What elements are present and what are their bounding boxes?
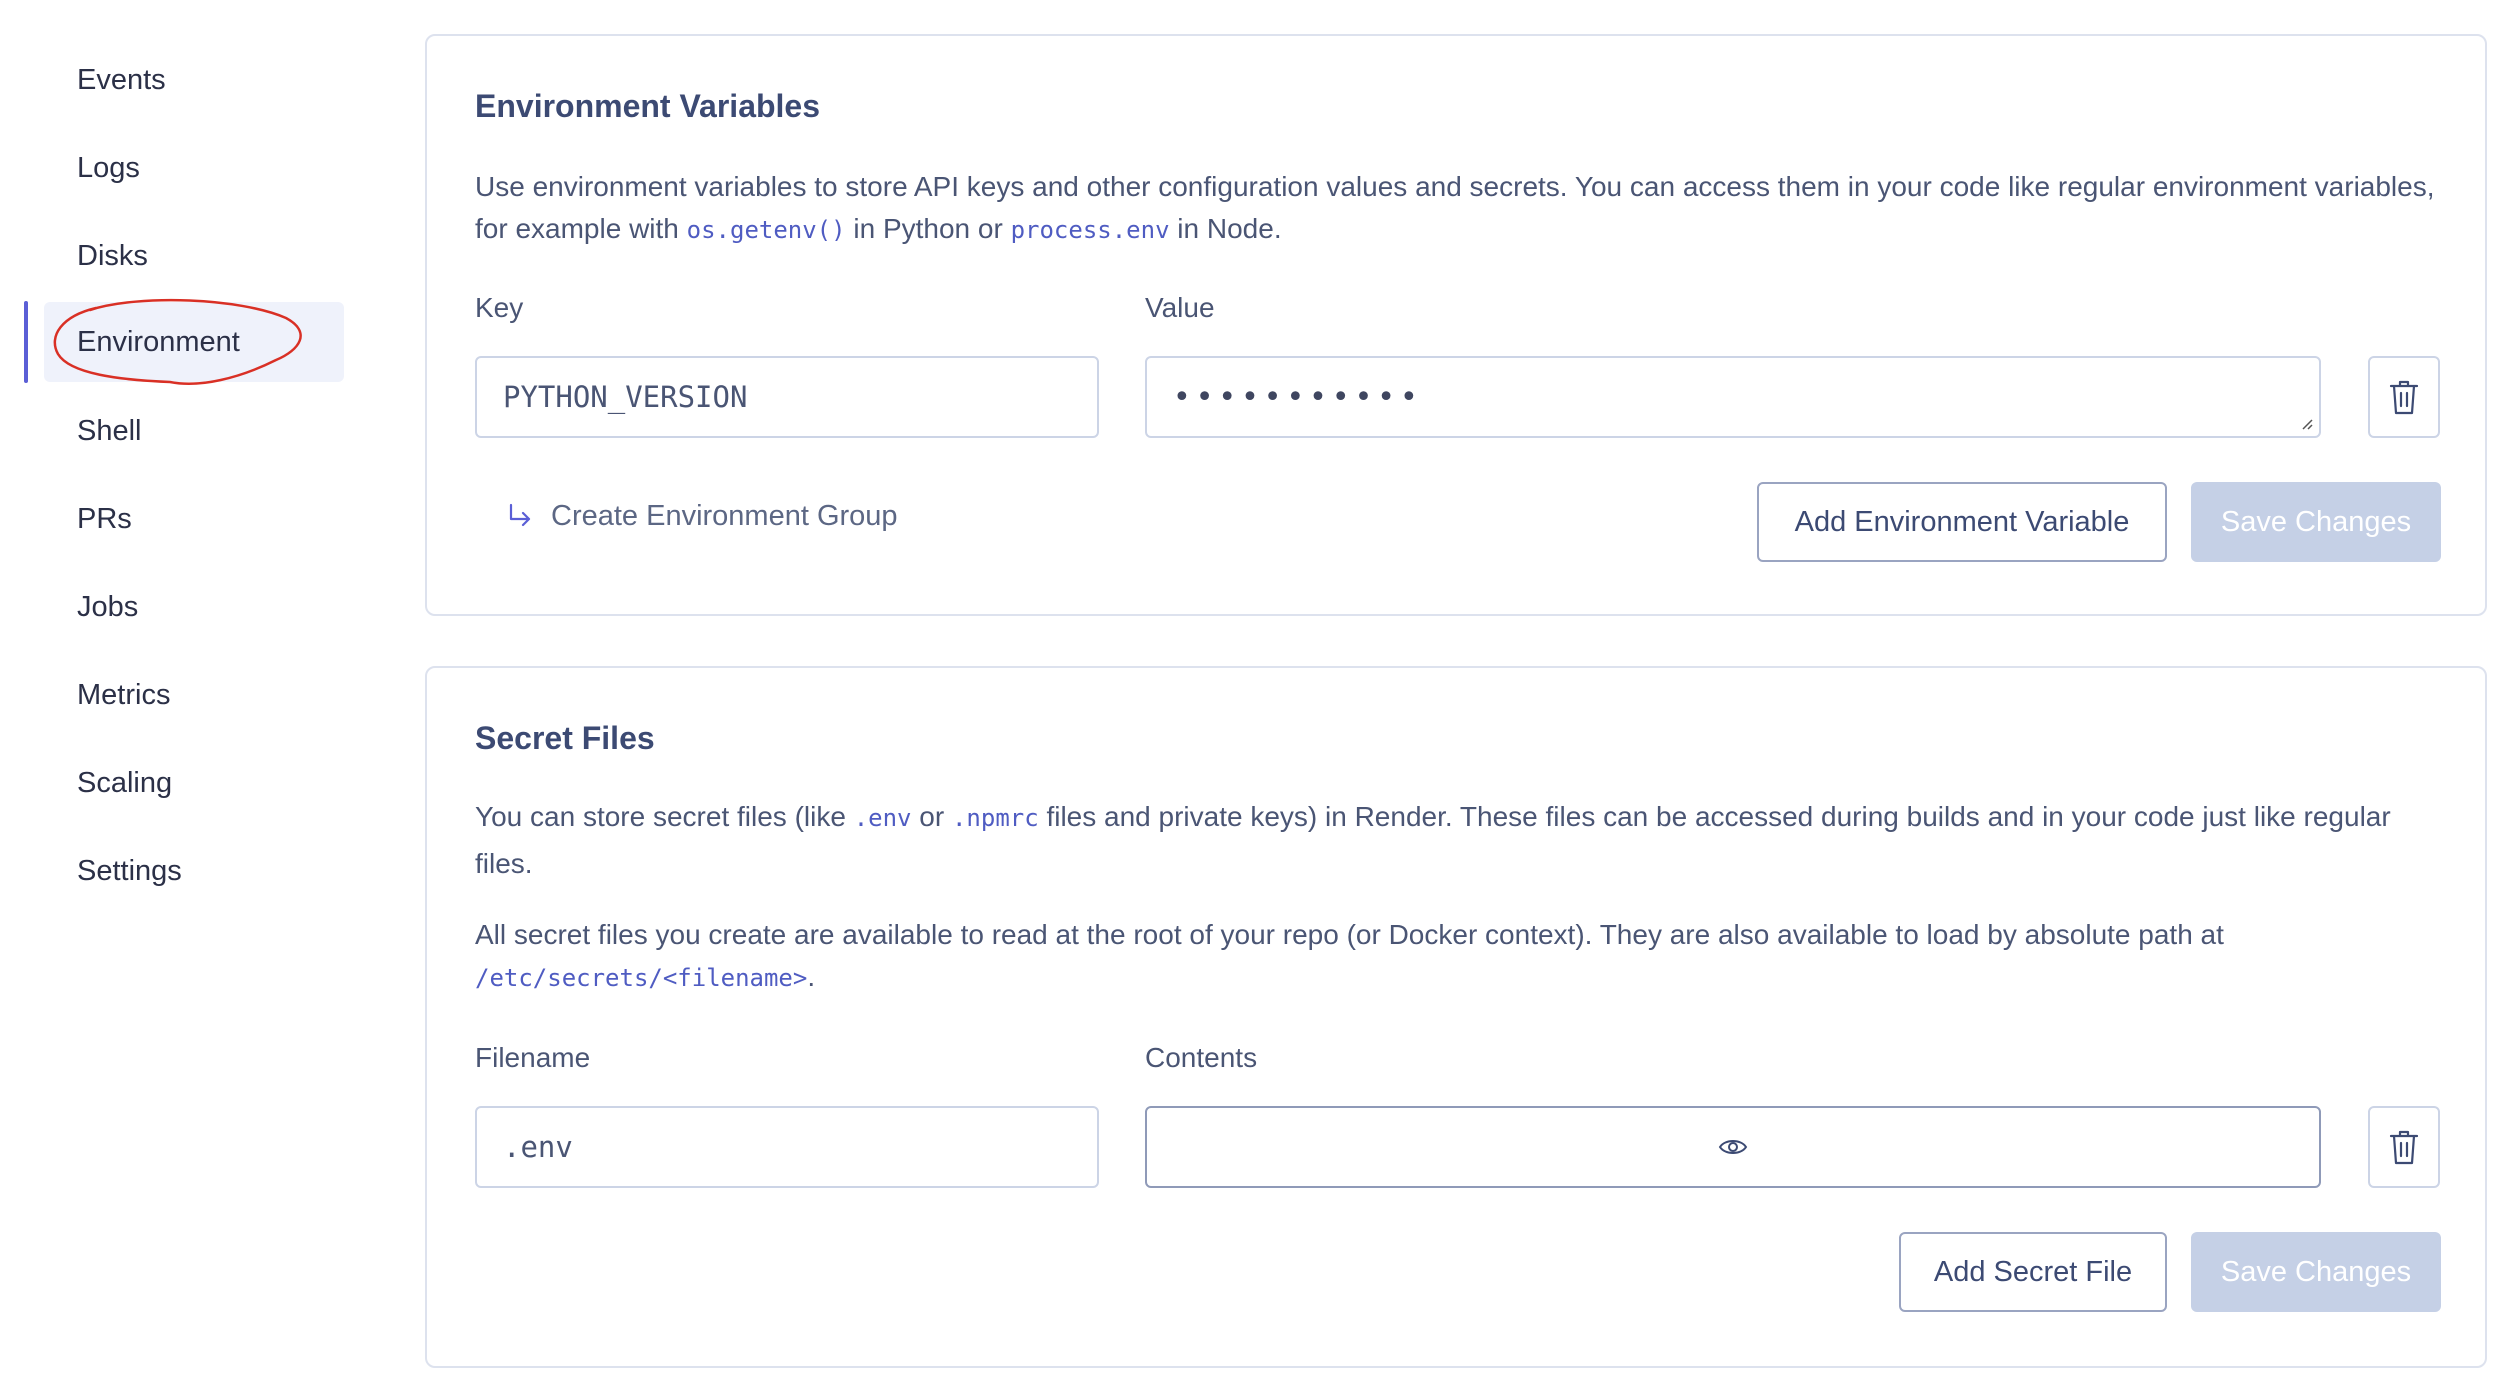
secret-files-card: Secret Files You can store secret files … [425,666,2487,1368]
trash-icon [2389,380,2419,415]
desc-text: You can store secret files (like [475,801,854,832]
sidebar-item-label: Environment [77,325,240,358]
sidebar-item-environment[interactable]: Environment [44,302,344,382]
sidebar-item-label: PRs [77,502,132,535]
active-indicator [24,301,28,383]
sidebar-item-label: Events [77,63,166,96]
desc-text: or [911,801,952,832]
env-vars-title: Environment Variables [475,88,821,124]
desc-text: All secret files you create are availabl… [475,919,2224,950]
sidebar: Events Logs Disks Environment Shell PRs … [0,0,360,1394]
secret-files-title: Secret Files [475,720,655,756]
code-snippet: process.env [1010,216,1170,244]
sidebar-item-label: Metrics [77,678,171,711]
env-key-input[interactable]: PYTHON_VERSION [475,356,1099,438]
code-snippet: .env [853,804,912,832]
sidebar-item-events[interactable]: Events [44,40,344,120]
save-changes-button[interactable]: Save Changes [2191,482,2441,562]
contents-label: Contents [1145,1042,1258,1073]
desc-text: in Python or [845,213,1011,244]
sidebar-item-logs[interactable]: Logs [44,128,344,208]
filename-input[interactable]: .env [475,1106,1099,1188]
filename-value: .env [503,1130,573,1164]
env-value-input[interactable]: ••••••••••• [1145,356,2321,438]
code-snippet: .npmrc [951,804,1039,832]
sidebar-item-prs[interactable]: PRs [44,479,344,559]
add-secret-file-button[interactable]: Add Secret File [1899,1232,2167,1312]
sidebar-item-label: Jobs [77,590,139,623]
env-key-value: PYTHON_VERSION [503,380,748,414]
value-label: Value [1145,292,1215,323]
page: Events Logs Disks Environment Shell PRs … [0,0,2512,1394]
desc-text: in Node. [1169,213,1282,244]
env-vars-description: Use environment variables to store API k… [475,166,2435,251]
sidebar-item-label: Scaling [77,766,173,799]
save-changes-button[interactable]: Save Changes [2191,1232,2441,1312]
create-env-group-label: Create Environment Group [551,500,898,532]
desc-text: . [807,961,816,992]
return-arrow-icon [509,503,531,526]
delete-env-var-button[interactable] [2368,356,2440,438]
add-env-var-button[interactable]: Add Environment Variable [1757,482,2167,562]
secret-files-description-2: All secret files you create are availabl… [475,914,2435,999]
sidebar-item-label: Shell [77,414,142,447]
sidebar-item-metrics[interactable]: Metrics [44,655,344,735]
key-label: Key [475,292,524,323]
eye-icon[interactable] [1718,1136,1748,1158]
sidebar-item-scaling[interactable]: Scaling [44,743,344,823]
sidebar-item-disks[interactable]: Disks [44,216,344,296]
sidebar-item-shell[interactable]: Shell [44,391,344,471]
trash-icon [2389,1130,2419,1165]
sidebar-item-label: Disks [77,239,148,272]
filename-label: Filename [475,1042,591,1073]
code-snippet: /etc/secrets/<filename> [475,964,808,992]
code-snippet: os.getenv() [686,216,846,244]
create-env-group-link[interactable]: Create Environment Group [507,500,898,533]
contents-input[interactable] [1145,1106,2321,1188]
resize-grip-icon[interactable] [2299,416,2313,430]
sidebar-item-label: Logs [77,151,140,184]
sidebar-item-jobs[interactable]: Jobs [44,567,344,647]
sidebar-item-settings[interactable]: Settings [44,831,344,911]
secret-files-description-1: You can store secret files (like .env or… [475,794,2435,887]
env-value-masked: ••••••••••• [1173,379,1423,415]
env-vars-card: Environment Variables Use environment va… [425,34,2487,616]
delete-secret-file-button[interactable] [2368,1106,2440,1188]
sidebar-item-label: Settings [77,854,182,887]
